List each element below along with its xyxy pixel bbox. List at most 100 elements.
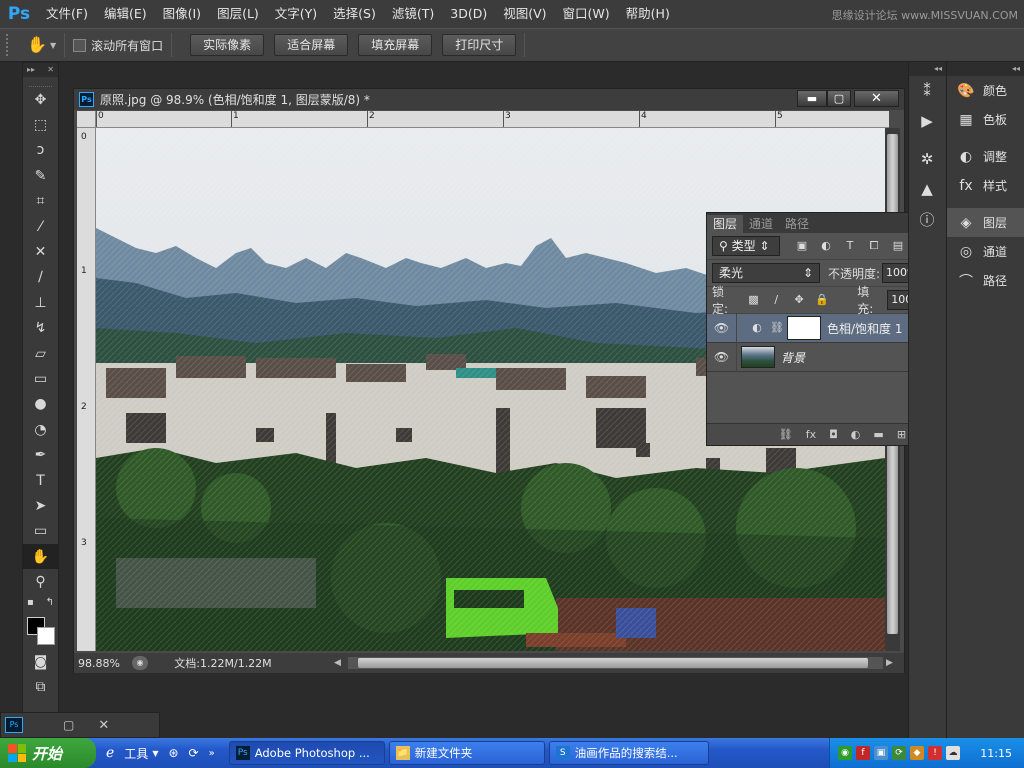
tray-network-icon[interactable]: ◉ bbox=[838, 746, 852, 760]
filter-adjustment-icon[interactable]: ◐ bbox=[818, 238, 834, 254]
view-button[interactable]: 填充屏幕 bbox=[358, 34, 433, 56]
navigator-icon[interactable]: ✲ bbox=[909, 144, 945, 174]
lasso-icon[interactable]: ↄ bbox=[23, 138, 58, 163]
move-icon[interactable]: ✥ bbox=[23, 87, 58, 112]
taskbar-button[interactable]: Ps Adobe Photoshop ... bbox=[228, 741, 385, 765]
scroll-left-icon[interactable]: ◀ bbox=[334, 653, 346, 673]
menu-item[interactable]: 图像(I) bbox=[155, 0, 209, 28]
hand-icon[interactable]: ✋ bbox=[23, 544, 58, 570]
menu-item[interactable]: 编辑(E) bbox=[96, 0, 155, 28]
type-icon[interactable]: T bbox=[23, 468, 58, 493]
quick-select-icon[interactable]: ✎ bbox=[23, 163, 58, 188]
tab-paths[interactable]: 路径 bbox=[779, 215, 815, 233]
scroll-all-checkbox[interactable] bbox=[73, 38, 87, 52]
marquee-icon[interactable]: ⬚ bbox=[23, 112, 58, 137]
info-icon[interactable]: ⓘ bbox=[909, 204, 945, 234]
options-grip[interactable] bbox=[6, 34, 12, 56]
maximize-button[interactable]: ▢ bbox=[827, 90, 851, 107]
history-brush-icon[interactable]: ↯ bbox=[23, 316, 58, 341]
chevron-down-icon[interactable]: ▼ bbox=[152, 749, 158, 758]
lock-all-icon[interactable]: 🔒 bbox=[814, 292, 829, 308]
menu-item[interactable]: 选择(S) bbox=[325, 0, 384, 28]
dock-item-styles[interactable]: fx 样式 bbox=[947, 171, 1024, 200]
screen-mode-icon[interactable]: ⧉ bbox=[23, 674, 58, 699]
tools-toolbar-label[interactable]: 工具 bbox=[124, 745, 148, 762]
filter-shape-icon[interactable]: ⧠ bbox=[866, 238, 882, 254]
view-button[interactable]: 打印尺寸 bbox=[442, 34, 517, 56]
filter-smart-object-icon[interactable]: ▤ bbox=[890, 238, 906, 254]
lock-image-icon[interactable]: ∕ bbox=[769, 292, 784, 308]
new-adjustment-icon[interactable]: ◐ bbox=[851, 428, 861, 441]
more-quicklaunch-icon[interactable]: » bbox=[209, 748, 215, 759]
dock-narrow-header[interactable]: ◂◂ bbox=[909, 62, 946, 76]
eraser-icon[interactable]: ▱ bbox=[23, 341, 58, 366]
dock-item-swatches[interactable]: ▦ 色板 bbox=[947, 105, 1024, 134]
minimize-button[interactable]: ▬ bbox=[797, 90, 827, 107]
fx-icon[interactable]: fx bbox=[806, 428, 816, 441]
ruler-vertical[interactable]: 0 1 2 3 bbox=[77, 128, 96, 651]
lock-transparent-icon[interactable]: ▩ bbox=[746, 292, 761, 308]
view-button[interactable]: 实际像素 bbox=[190, 34, 265, 56]
ruler-horizontal[interactable]: 0 1 2 3 4 5 bbox=[96, 111, 889, 128]
lock-position-icon[interactable]: ✥ bbox=[792, 292, 807, 308]
history-icon[interactable]: ⁑ bbox=[909, 76, 945, 106]
dock-item-paths[interactable]: ⌒ 路径 bbox=[947, 266, 1024, 295]
tab-layers[interactable]: 图层 bbox=[707, 215, 744, 233]
zoom-level[interactable]: 98.88% bbox=[74, 657, 132, 670]
layer-mask-thumbnail[interactable] bbox=[787, 316, 821, 340]
close-button[interactable]: ✕ bbox=[854, 90, 899, 107]
scroll-right-icon[interactable]: ▶ bbox=[886, 653, 898, 673]
histogram-icon[interactable]: ▲ bbox=[909, 174, 945, 204]
dock-item-adjust[interactable]: ◐ 调整 bbox=[947, 142, 1024, 171]
menu-item[interactable]: 窗口(W) bbox=[555, 0, 618, 28]
filter-pixel-icon[interactable]: ▣ bbox=[794, 238, 810, 254]
status-menu-icon[interactable]: ◉ bbox=[132, 656, 148, 670]
dock-item-channels[interactable]: ◎ 通道 bbox=[947, 237, 1024, 266]
horizontal-scrollbar[interactable] bbox=[348, 657, 883, 669]
horizontal-scroll-thumb[interactable] bbox=[358, 658, 868, 668]
tools-panel-header[interactable]: ▸▸ ✕ bbox=[23, 63, 58, 77]
actions-play-icon[interactable]: ▶ bbox=[909, 106, 945, 136]
tray-monitor-icon[interactable]: ▣ bbox=[874, 746, 888, 760]
stamp-icon[interactable]: ⊥ bbox=[23, 290, 58, 315]
tray-cloud-icon[interactable]: ☁ bbox=[946, 746, 960, 760]
minimized-close-icon[interactable]: ✕ bbox=[98, 718, 109, 733]
blur-icon[interactable]: ● bbox=[23, 392, 58, 417]
quick-mask-icon[interactable]: ◙ bbox=[23, 649, 58, 674]
browser-quicklaunch-icon[interactable]: ⊛ bbox=[168, 746, 178, 760]
link-layers-icon[interactable]: ⛓ bbox=[779, 428, 793, 441]
chevron-down-icon[interactable]: ▼ bbox=[50, 41, 56, 50]
view-button[interactable]: 适合屏幕 bbox=[274, 34, 349, 56]
hand-tool-preset-icon[interactable]: ✋ bbox=[26, 34, 48, 56]
tray-flash-icon[interactable]: f bbox=[856, 746, 870, 760]
dock-item-palette[interactable]: 🎨 颜色 bbox=[947, 76, 1024, 105]
filter-type-icon[interactable]: T bbox=[842, 238, 858, 254]
taskbar-button[interactable]: 📁 新建文件夹 bbox=[388, 741, 545, 765]
tray-sync-icon[interactable]: ⟳ bbox=[892, 746, 906, 760]
document-titlebar[interactable]: Ps 原照.jpg @ 98.9% (色相/饱和度 1, 图层蒙版/8) * ▬… bbox=[74, 89, 904, 110]
zoom-icon[interactable]: ⚲ bbox=[23, 569, 58, 594]
start-button[interactable]: 开始 bbox=[0, 738, 96, 768]
tray-alert-icon[interactable]: ! bbox=[928, 746, 942, 760]
color-swatches[interactable] bbox=[23, 611, 58, 649]
menu-item[interactable]: 滤镜(T) bbox=[384, 0, 442, 28]
dodge-icon[interactable]: ◔ bbox=[23, 417, 58, 442]
dock-wide-header[interactable]: ◂◂ bbox=[947, 62, 1024, 76]
chain-link-icon[interactable]: ⛓ bbox=[769, 320, 785, 336]
menu-item[interactable]: 文字(Y) bbox=[267, 0, 325, 28]
minimized-restore-icon[interactable]: ▢ bbox=[63, 718, 74, 732]
menu-item[interactable]: 文件(F) bbox=[38, 0, 96, 28]
healing-icon[interactable]: ✕ bbox=[23, 239, 58, 264]
shape-icon[interactable]: ▭ bbox=[23, 519, 58, 544]
eye-icon[interactable]: 👁 bbox=[707, 342, 737, 372]
crop-icon[interactable]: ⌗ bbox=[23, 189, 58, 214]
swap-colors-icon[interactable]: ▪ ↰ bbox=[23, 595, 58, 611]
menu-item[interactable]: 帮助(H) bbox=[618, 0, 678, 28]
layer-thumbnail[interactable] bbox=[741, 346, 775, 368]
menu-item[interactable]: 3D(D) bbox=[442, 0, 495, 28]
menu-item[interactable]: 图层(L) bbox=[209, 0, 267, 28]
tools-grip[interactable] bbox=[29, 77, 52, 87]
new-group-icon[interactable]: ▬ bbox=[873, 428, 883, 441]
menu-item[interactable]: 视图(V) bbox=[495, 0, 554, 28]
pen-icon[interactable]: ✒ bbox=[23, 442, 58, 467]
